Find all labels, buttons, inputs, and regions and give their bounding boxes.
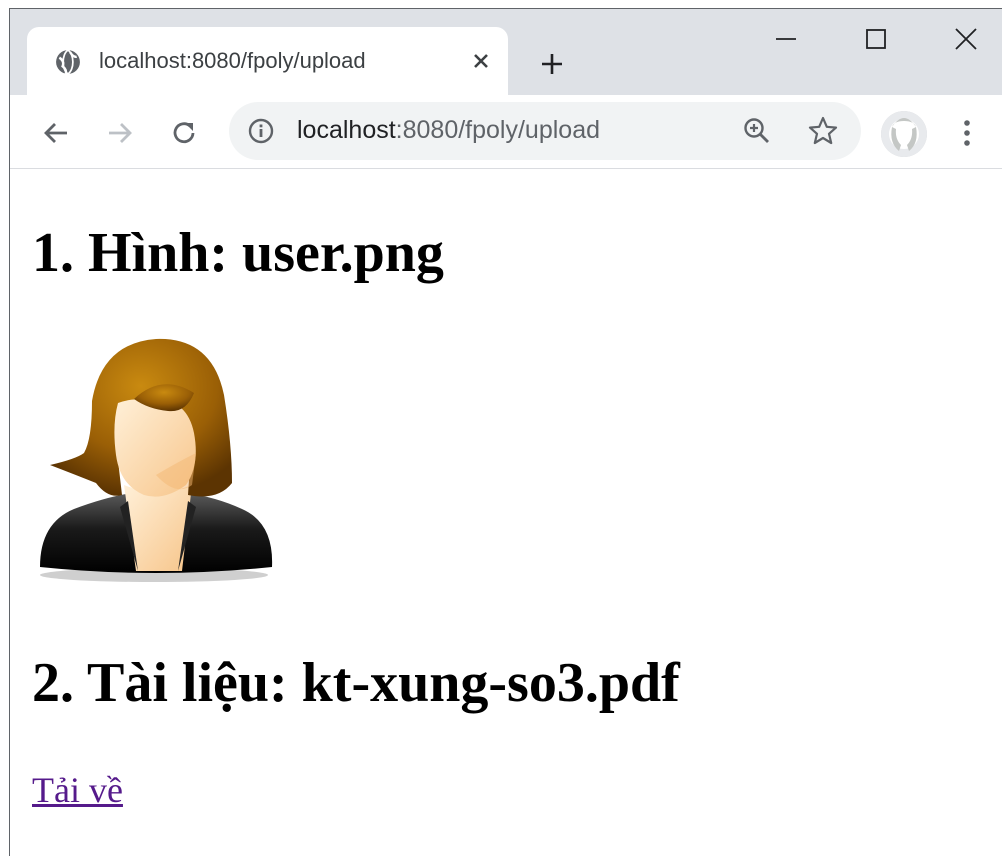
minimize-button[interactable] <box>756 19 816 59</box>
zoom-in-icon[interactable] <box>741 115 773 147</box>
new-tab-button[interactable] <box>533 45 571 83</box>
minimize-icon <box>776 38 796 40</box>
close-icon <box>474 54 488 68</box>
tab-title: localhost:8080/fpoly/upload <box>99 48 366 73</box>
tab-active[interactable]: localhost:8080/fpoly/upload <box>27 27 508 95</box>
browser-toolbar: localhost:8080/fpoly/upload <box>10 95 1002 169</box>
page-content: 1. Hình: user.png 2. Tài liệu: kt-xung-s… <box>10 169 1002 856</box>
address-bar-url[interactable]: localhost:8080/fpoly/upload <box>297 116 600 145</box>
document-heading: 2. Tài liệu: kt-xung-so3.pdf <box>32 652 680 714</box>
info-icon[interactable] <box>247 117 275 145</box>
url-path: :8080/fpoly/upload <box>395 116 601 144</box>
maximize-button[interactable] <box>846 19 906 59</box>
profile-avatar[interactable] <box>881 111 927 157</box>
window-close-button[interactable] <box>936 19 996 59</box>
maximize-icon <box>866 29 886 49</box>
reload-icon <box>173 122 195 144</box>
back-arrow-icon <box>44 123 67 143</box>
tab-close-button[interactable] <box>465 45 497 77</box>
url-host: localhost <box>297 116 396 144</box>
browser-menu-button[interactable] <box>952 111 982 155</box>
reload-button[interactable] <box>162 111 206 155</box>
image-heading: 1. Hình: user.png <box>32 222 444 284</box>
back-button[interactable] <box>34 111 78 155</box>
user-avatar-image <box>40 338 273 582</box>
plus-icon <box>542 54 562 74</box>
avatar-icon <box>881 111 927 157</box>
forward-button[interactable] <box>98 111 142 155</box>
kebab-menu-icon <box>964 120 970 146</box>
forward-arrow-icon <box>109 123 132 143</box>
globe-icon <box>56 49 80 75</box>
address-bar[interactable]: localhost:8080/fpoly/upload <box>229 102 861 160</box>
title-bar: localhost:8080/fpoly/upload <box>10 9 1002 95</box>
star-icon[interactable] <box>807 115 839 147</box>
browser-window: localhost:8080/fpoly/upload localhost:80… <box>9 8 1002 856</box>
window-close-icon <box>955 28 977 50</box>
download-link[interactable]: Tải về <box>32 769 123 811</box>
